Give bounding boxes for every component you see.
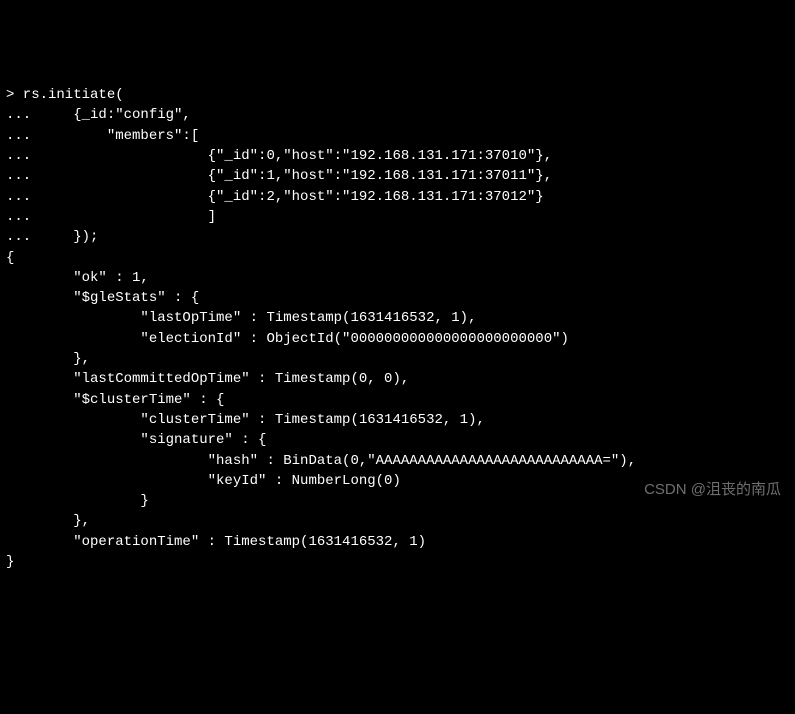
terminal-line: ... {"_id":0,"host":"192.168.131.171:370…: [6, 146, 789, 166]
terminal-line: "lastCommittedOpTime" : Timestamp(0, 0),: [6, 369, 789, 389]
terminal-line: },: [6, 511, 789, 531]
terminal-line: "$gleStats" : {: [6, 288, 789, 308]
terminal-line: ... ]: [6, 207, 789, 227]
terminal-line: ... {"_id":1,"host":"192.168.131.171:370…: [6, 166, 789, 186]
terminal-line: ... {_id:"config",: [6, 105, 789, 125]
terminal-line: "hash" : BinData(0,"AAAAAAAAAAAAAAAAAAAA…: [6, 451, 789, 471]
terminal-line: ... "members":[: [6, 126, 789, 146]
terminal-line: "$clusterTime" : {: [6, 390, 789, 410]
terminal-line: },: [6, 349, 789, 369]
terminal-line: "signature" : {: [6, 430, 789, 450]
watermark-text: CSDN @沮丧的南瓜: [644, 479, 781, 501]
terminal-line: "electionId" : ObjectId("000000000000000…: [6, 329, 789, 349]
terminal-line: "operationTime" : Timestamp(1631416532, …: [6, 532, 789, 552]
terminal-line: ... {"_id":2,"host":"192.168.131.171:370…: [6, 187, 789, 207]
terminal-line: {: [6, 248, 789, 268]
terminal-line: > rs.initiate(: [6, 85, 789, 105]
terminal-line: "clusterTime" : Timestamp(1631416532, 1)…: [6, 410, 789, 430]
terminal-line: ... });: [6, 227, 789, 247]
terminal-line: "ok" : 1,: [6, 268, 789, 288]
terminal-line: "lastOpTime" : Timestamp(1631416532, 1),: [6, 308, 789, 328]
terminal-line: }: [6, 552, 789, 572]
